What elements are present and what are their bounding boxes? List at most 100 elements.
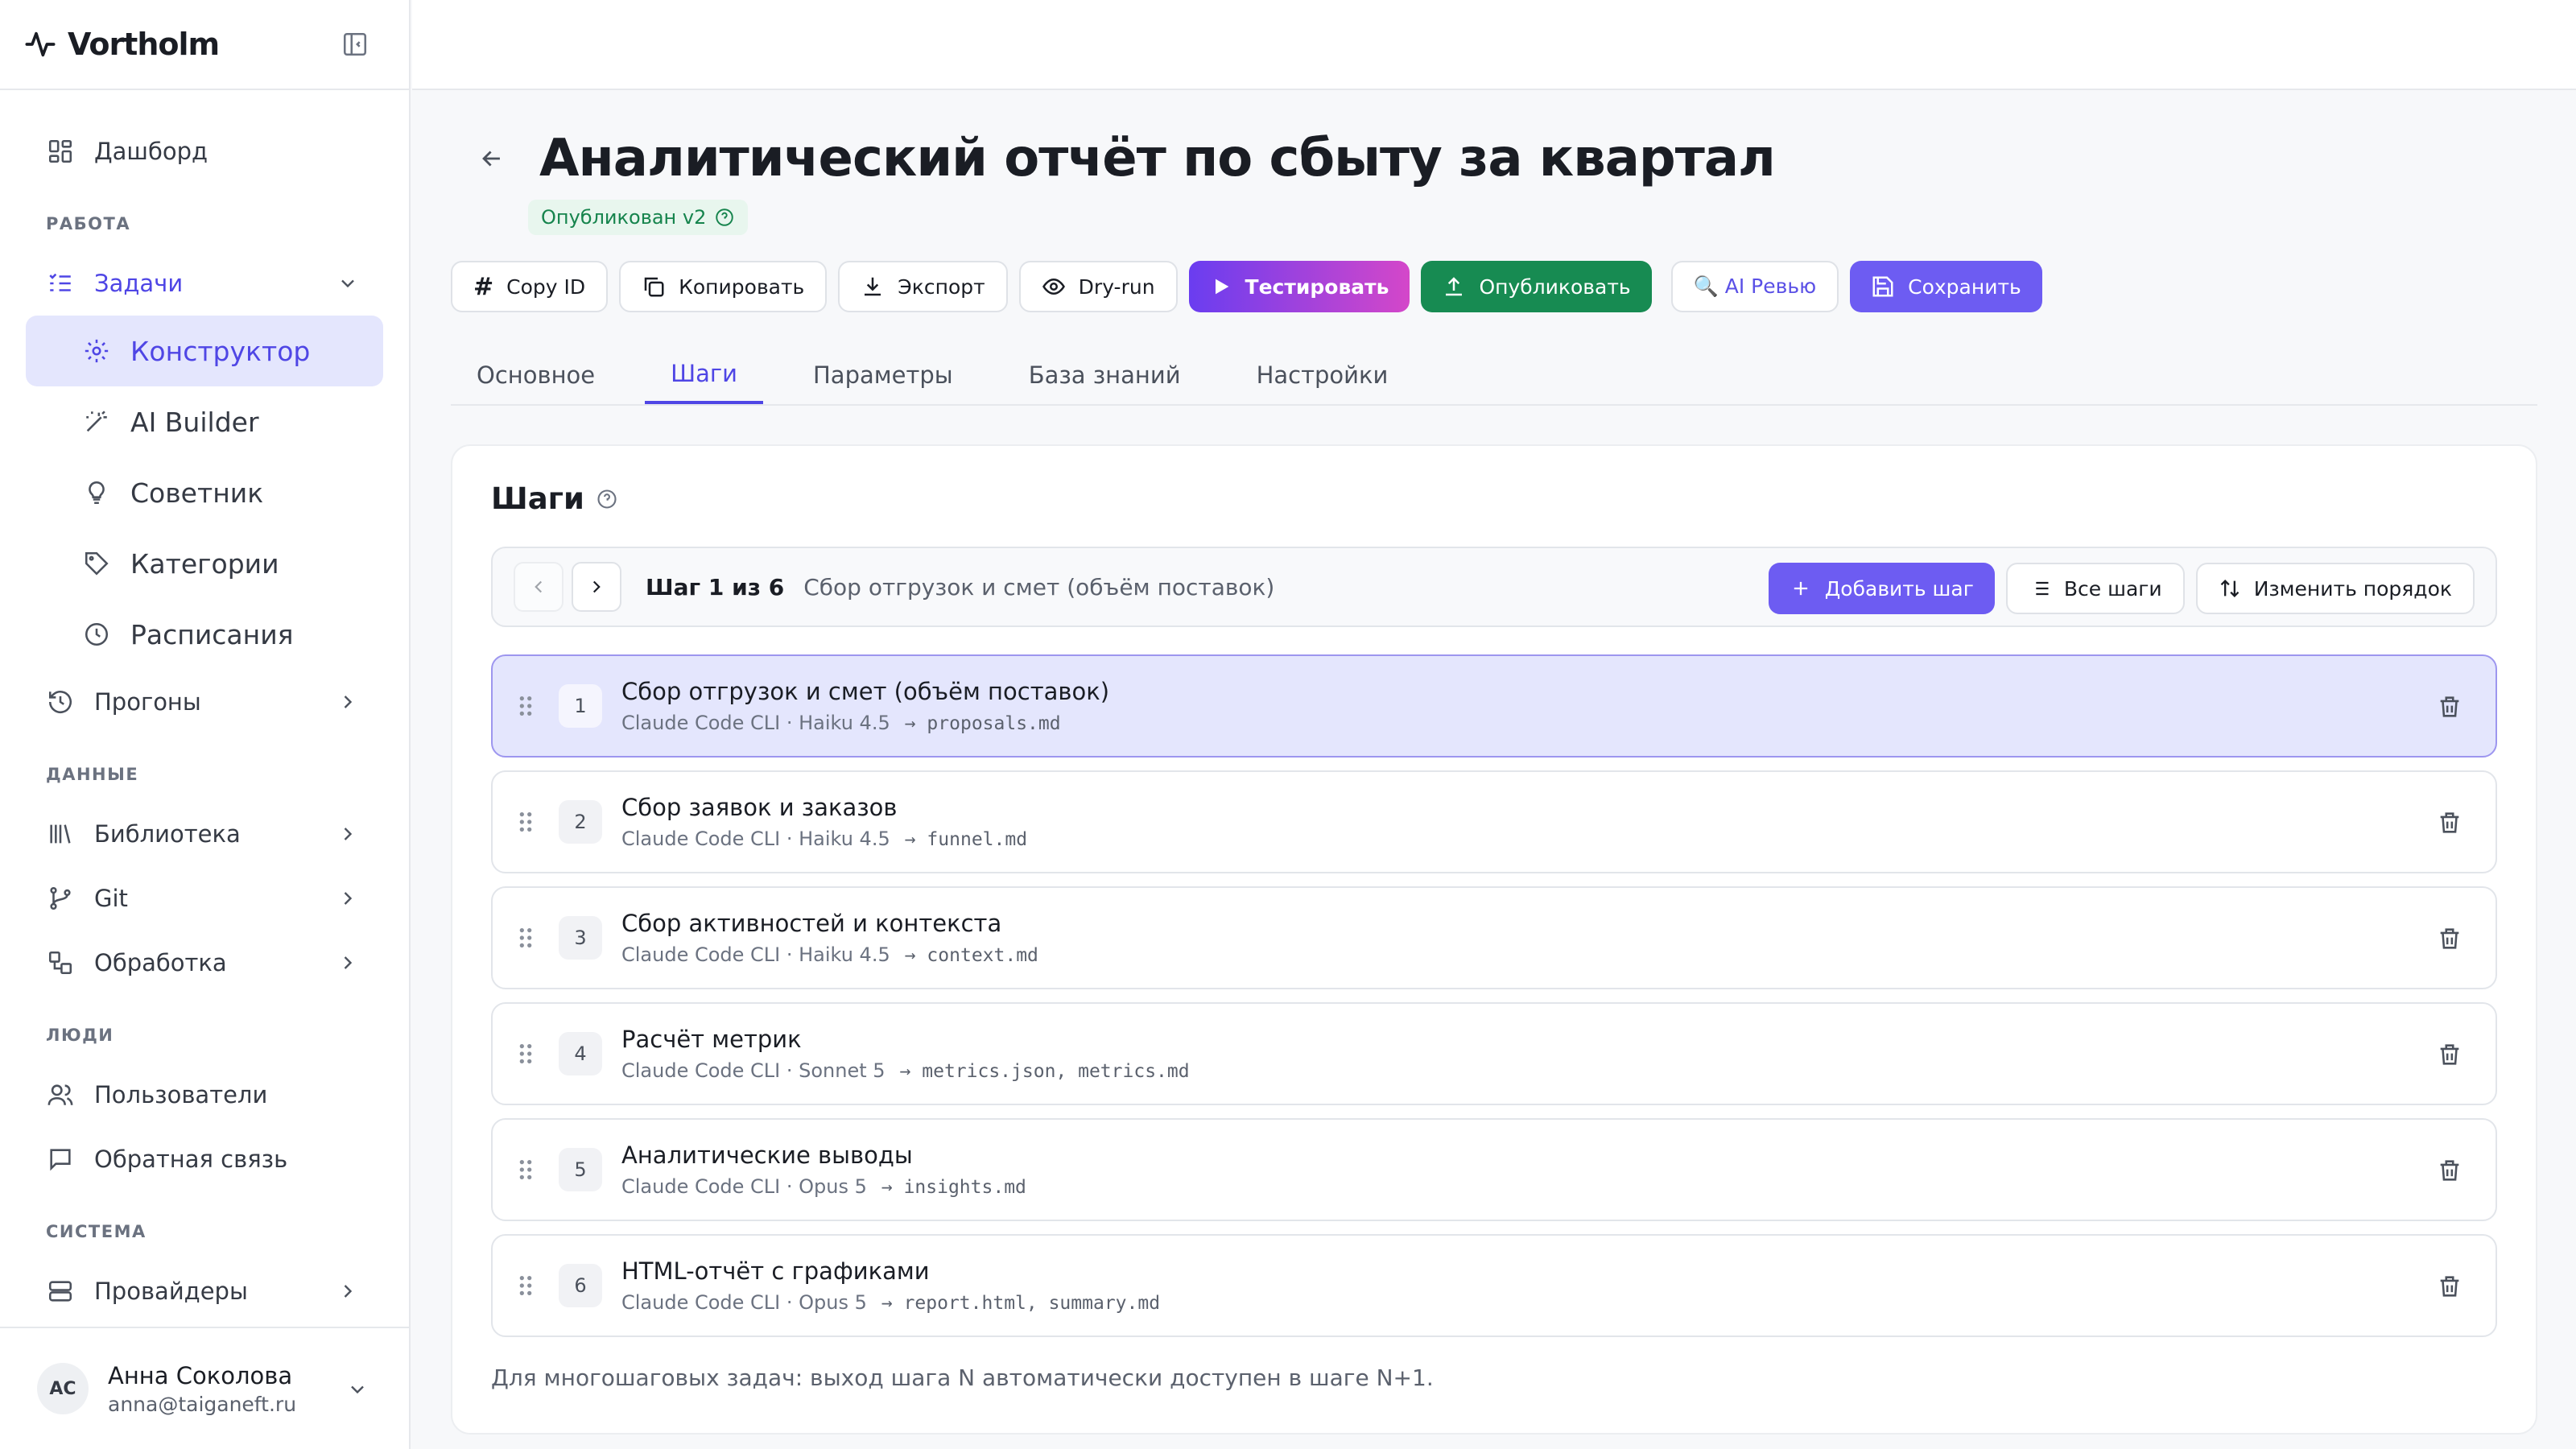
chevron-right-icon <box>344 956 353 969</box>
step-meta: Claude Code CLI · Haiku 4.5 → funnel.md <box>621 828 1027 850</box>
tab-main[interactable]: Основное <box>451 346 621 404</box>
drag-handle-icon[interactable] <box>517 810 535 834</box>
nav-item-git[interactable]: Git <box>26 866 383 931</box>
trash-icon[interactable] <box>2436 1157 2463 1184</box>
drag-handle-icon[interactable] <box>517 926 535 950</box>
step-model: Claude Code CLI · Opus 5 <box>621 1175 867 1198</box>
step-output: → report.html, summary.md <box>881 1293 1161 1314</box>
plus-icon <box>1794 581 1807 596</box>
nav-item-schedules[interactable]: Расписания <box>26 599 383 670</box>
back-arrow-icon[interactable] <box>478 145 506 172</box>
nav-item-feedback[interactable]: Обратная связь <box>26 1127 383 1191</box>
step-row[interactable]: 5 Аналитические выводы Claude Code CLI ·… <box>491 1118 2497 1221</box>
add-step-button[interactable]: Добавить шаг <box>1768 563 1995 614</box>
brand[interactable]: Vortholm <box>0 0 409 90</box>
nav-item-constructor[interactable]: Конструктор <box>26 316 383 386</box>
help-circle-icon[interactable] <box>596 488 618 510</box>
magic-wand-icon <box>82 407 111 436</box>
gear-icon <box>82 336 111 365</box>
drag-handle-icon[interactable] <box>517 1274 535 1298</box>
tab-parameters[interactable]: Параметры <box>787 346 979 404</box>
tab-knowledge-base[interactable]: База знаний <box>1003 346 1207 404</box>
step-number: 1 <box>559 684 602 728</box>
nav-item-categories[interactable]: Категории <box>26 528 383 599</box>
nav-item-library[interactable]: Библиотека <box>26 802 383 866</box>
nav-label: Расписания <box>130 618 294 650</box>
step-body: Сбор активностей и контекста Claude Code… <box>621 910 1038 966</box>
tab-settings[interactable]: Настройки <box>1231 346 1414 404</box>
all-steps-button[interactable]: Все шаги <box>2005 563 2185 614</box>
step-output: → context.md <box>904 945 1038 966</box>
nav-item-runs[interactable]: Прогоны <box>26 670 383 734</box>
upload-icon <box>1446 277 1463 296</box>
nav-item-ai-builder[interactable]: AI Builder <box>26 386 383 457</box>
user-email: anna@taiganeft.ru <box>108 1392 297 1416</box>
collapse-sidebar-icon[interactable] <box>341 31 369 58</box>
dashboard-icon <box>46 137 75 166</box>
copy-button[interactable]: Копировать <box>619 261 828 312</box>
nav-item-users[interactable]: Пользователи <box>26 1063 383 1127</box>
trash-icon[interactable] <box>2436 1041 2463 1068</box>
trash-icon[interactable] <box>2436 925 2463 952</box>
nav-item-advisor[interactable]: Советник <box>26 457 383 528</box>
reorder-button[interactable]: Изменить порядок <box>2195 563 2475 614</box>
step-meta: Claude Code CLI · Sonnet 5 → metrics.json… <box>621 1059 1190 1082</box>
test-button[interactable]: Тестировать <box>1188 261 1410 312</box>
copy-id-button[interactable]: # Copy ID <box>451 261 609 312</box>
nav-item-processing[interactable]: Обработка <box>26 931 383 995</box>
ai-review-button[interactable]: 🔍 AI Ревью <box>1670 261 1839 312</box>
trash-icon[interactable] <box>2436 693 2463 720</box>
tab-steps[interactable]: Шаги <box>645 346 763 404</box>
nav-item-tasks[interactable]: Задачи <box>26 251 383 316</box>
copy-id-label: Copy ID <box>506 275 586 299</box>
nav-label: Git <box>94 885 128 912</box>
drag-handle-icon[interactable] <box>517 1042 535 1066</box>
step-counter: Шаг 1 из 6 <box>646 573 785 601</box>
nav-item-providers[interactable]: Провайдеры <box>26 1259 383 1323</box>
step-number: 4 <box>559 1032 602 1075</box>
save-button[interactable]: Сохранить <box>1850 261 2042 312</box>
trash-icon[interactable] <box>2436 1273 2463 1300</box>
status-badge: Опубликован v2 <box>528 200 749 235</box>
current-step-name: Сбор отгрузок и смет (объём поставок) <box>803 573 1275 601</box>
section-data: ДАННЫЕ <box>46 765 139 784</box>
trash-icon[interactable] <box>2436 809 2463 836</box>
hash-icon: # <box>473 272 494 301</box>
drag-handle-icon[interactable] <box>517 694 535 718</box>
step-row[interactable]: 1 Сбор отгрузок и смет (объём поставок) … <box>491 654 2497 758</box>
dry-run-label: Dry-run <box>1078 275 1155 299</box>
step-meta: Claude Code CLI · Haiku 4.5 → proposals.m… <box>621 712 1109 734</box>
nav-label: Советник <box>130 477 264 509</box>
chevron-down-icon <box>351 1385 364 1394</box>
step-title: Сбор активностей и контекста <box>621 910 1002 937</box>
help-circle-icon[interactable] <box>714 207 735 228</box>
brand-name: Vortholm <box>68 27 220 62</box>
next-step-button[interactable] <box>572 562 621 612</box>
step-navigator: Шаг 1 из 6 Сбор отгрузок и смет (объём п… <box>491 547 2497 627</box>
copy-icon <box>644 277 664 297</box>
nav-item-dashboard[interactable]: Дашборд <box>26 119 383 184</box>
message-icon <box>46 1145 75 1174</box>
step-row[interactable]: 6 HTML-отчёт с графиками Claude Code CLI… <box>491 1234 2497 1337</box>
page-title: Аналитический отчёт по сбыту за квартал <box>539 129 1776 188</box>
nav-label: Задачи <box>94 270 184 297</box>
step-row[interactable]: 2 Сбор заявок и заказов Claude Code CLI … <box>491 770 2497 873</box>
publish-button[interactable]: Опубликовать <box>1421 261 1652 312</box>
export-button[interactable]: Экспорт <box>838 261 1008 312</box>
prev-step-button[interactable] <box>514 562 564 612</box>
step-row[interactable]: 3 Сбор активностей и контекста Claude Co… <box>491 886 2497 989</box>
step-number: 3 <box>559 916 602 960</box>
avatar: АС <box>37 1363 89 1414</box>
drag-handle-icon[interactable] <box>517 1158 535 1182</box>
dry-run-button[interactable]: Dry-run <box>1018 261 1178 312</box>
topbar <box>412 0 2576 90</box>
step-row[interactable]: 4 Расчёт метрик Claude Code CLI · Sonnet… <box>491 1002 2497 1105</box>
step-title: Расчёт метрик <box>621 1026 802 1053</box>
step-title: HTML-отчёт с графиками <box>621 1257 930 1285</box>
user-info: Анна Соколова anna@taiganeft.ru <box>108 1362 296 1416</box>
user-name: Анна Соколова <box>108 1361 293 1389</box>
chevron-right-icon <box>344 828 353 840</box>
user-menu[interactable]: АС Анна Соколова anna@taiganeft.ru <box>0 1327 411 1449</box>
step-body: Сбор отгрузок и смет (объём поставок) Cl… <box>621 678 1109 734</box>
export-label: Экспорт <box>898 275 985 299</box>
